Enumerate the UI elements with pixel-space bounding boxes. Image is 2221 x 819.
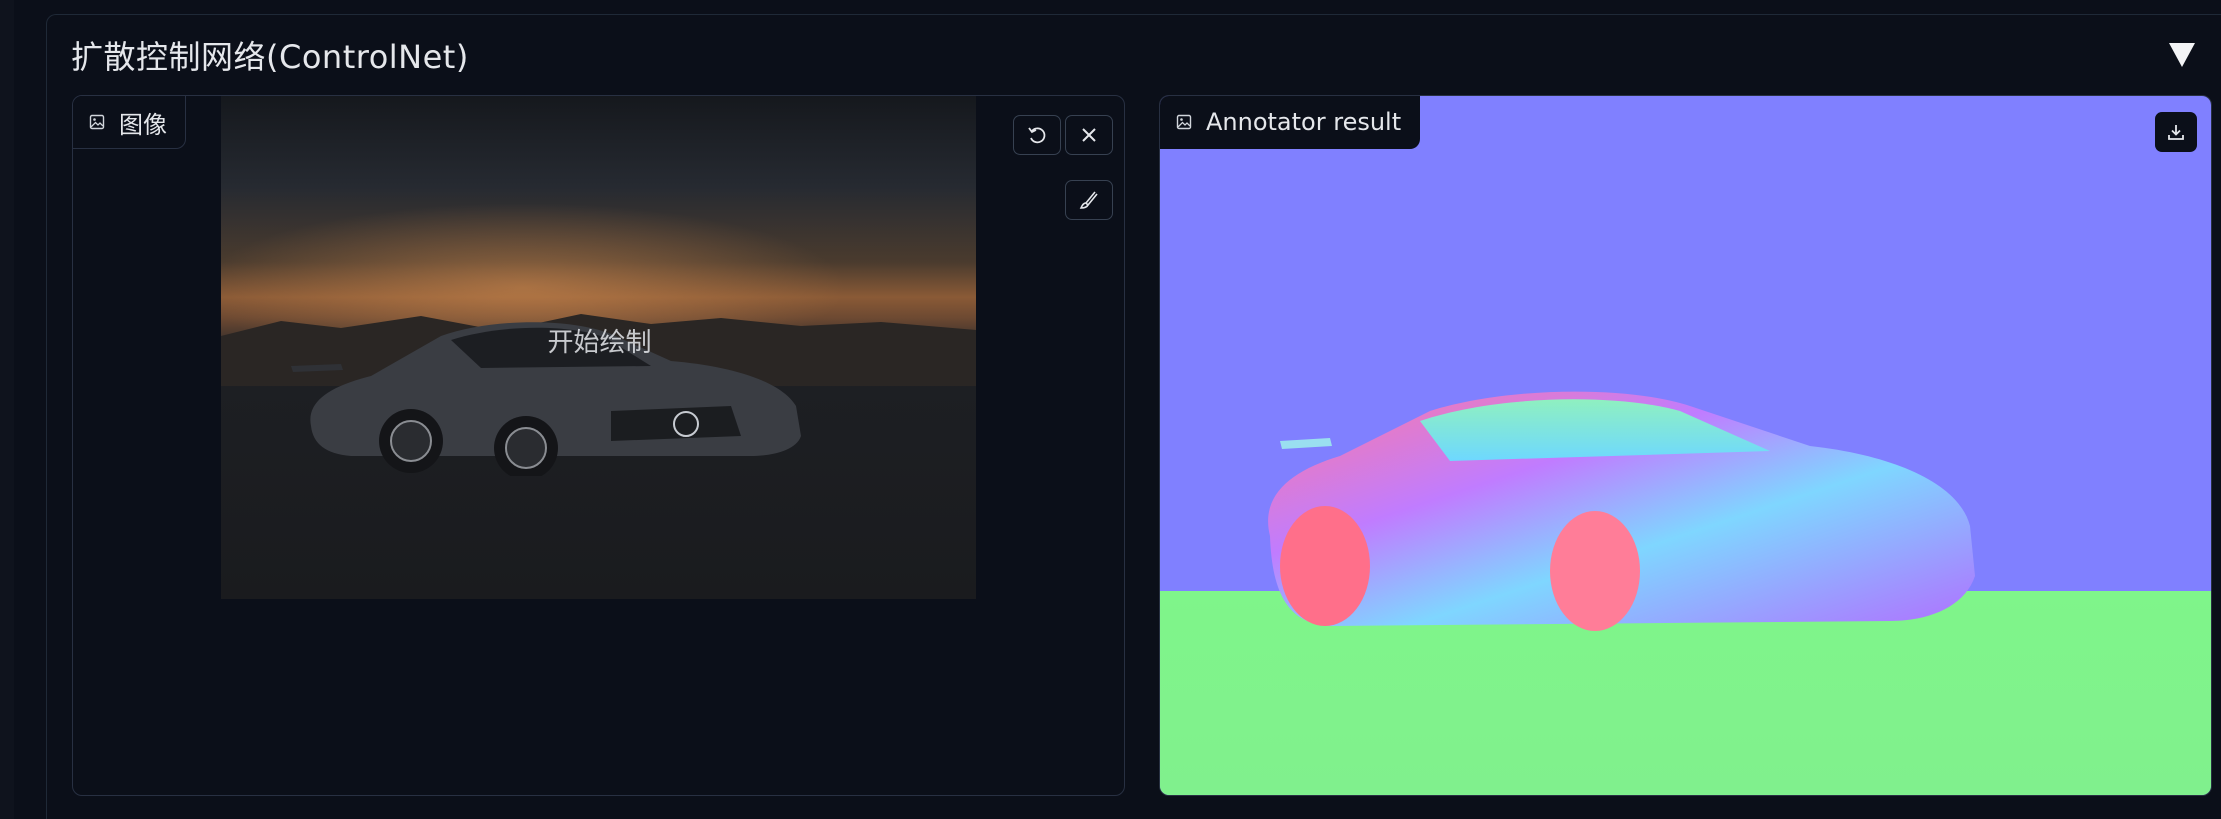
image-icon: [89, 114, 105, 130]
image-icon: [1176, 114, 1192, 130]
car-silhouette: [291, 322, 801, 476]
normal-map-image: [1160, 96, 2211, 795]
undo-button[interactable]: [1013, 115, 1061, 155]
download-button[interactable]: [2155, 112, 2197, 152]
annotator-result-label: Annotator result: [1206, 108, 1402, 136]
panel-header[interactable]: 扩散控制网络(ControlNet): [71, 27, 2197, 83]
uploaded-car-photo[interactable]: [221, 96, 976, 599]
close-icon: [1082, 128, 1096, 142]
panel-title: 扩散控制网络(ControlNet): [71, 38, 469, 76]
undo-icon: [1028, 127, 1046, 144]
brush-button[interactable]: [1065, 180, 1113, 220]
brush-icon: [1079, 191, 1098, 209]
input-image-label: 图像: [119, 110, 167, 139]
input-image-block[interactable]: 图像 开始绘制: [72, 95, 1125, 796]
collapse-arrow-icon[interactable]: [2169, 43, 2195, 67]
page-left-edge: [0, 0, 14, 819]
normal-map-car: [1268, 391, 1975, 631]
input-image-label-tag: 图像: [73, 96, 186, 149]
annotator-result-block: Annotator result: [1159, 95, 2212, 796]
download-icon: [2168, 125, 2184, 140]
annotator-result-label-tag: Annotator result: [1160, 96, 1421, 149]
clear-button[interactable]: [1065, 115, 1113, 155]
